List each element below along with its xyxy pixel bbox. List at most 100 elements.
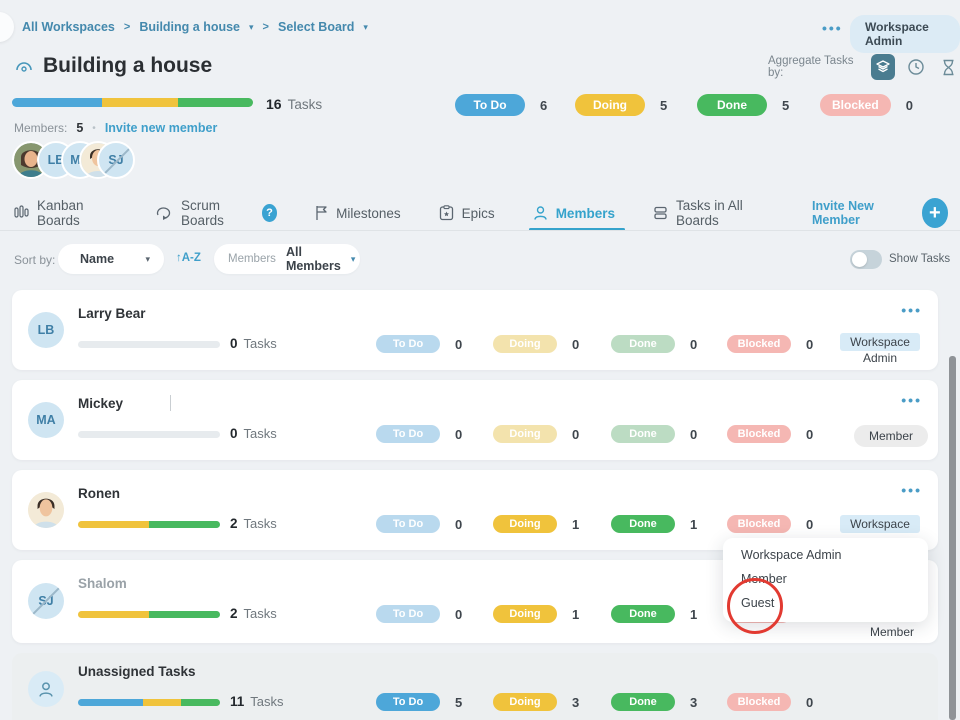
sort-dropdown[interactable]: Name ▾	[58, 244, 164, 274]
progress-done-segment	[149, 521, 220, 528]
sort-direction-toggle[interactable]: ↑A-Z	[176, 252, 201, 264]
members-summary: Members: 5 • Invite new member	[14, 121, 217, 135]
todo-group: To Do 0	[376, 605, 462, 623]
doing-group: Doing 1	[493, 605, 579, 623]
tab-label: Epics	[461, 205, 495, 221]
todo-count: 0	[455, 516, 463, 532]
member-role-label[interactable]: Member	[870, 625, 914, 639]
role-dropdown-menu: Workspace Admin Member Guest	[723, 538, 928, 634]
sort-value: Name	[80, 252, 115, 266]
flag-icon	[315, 205, 328, 221]
member-name: Ronen	[78, 486, 120, 501]
tab-label: Kanban Boards	[37, 198, 84, 228]
done-badge: Done	[697, 94, 767, 116]
tab-kanban-boards[interactable]: Kanban Boards	[14, 196, 117, 230]
chevron-down-icon[interactable]: ▾	[249, 22, 254, 33]
done-group: Done 1	[611, 605, 697, 623]
aggregate-controls: Aggregate Tasks by:	[768, 54, 960, 80]
progress-todo-segment	[78, 699, 143, 706]
todo-group: To Do 5	[376, 693, 462, 711]
blocked-count: 0	[806, 426, 814, 442]
tab-tasks-all-boards[interactable]: Tasks in All Boards	[653, 196, 774, 230]
done-badge: Done	[611, 605, 675, 623]
breadcrumb-workspace[interactable]: Building a house	[139, 20, 240, 34]
tab-members[interactable]: Members	[528, 196, 626, 231]
tab-label: Milestones	[336, 205, 401, 221]
avatar-initials-sj: SJ	[97, 141, 135, 179]
scrollbar-thumb[interactable]	[949, 356, 956, 720]
current-role-chip[interactable]: Workspace Admin	[850, 15, 960, 53]
clock-icon[interactable]	[904, 54, 928, 80]
member-row-mickey: MA Mickey 0 Tasks To Do 0 Doing 0 Done 0 Blo…	[12, 380, 938, 460]
todo-badge: To Do	[376, 515, 440, 533]
aggregate-label: Aggregate Tasks by:	[768, 55, 854, 79]
todo-badge: To Do	[376, 693, 440, 711]
member-progress-bar	[78, 521, 220, 528]
stacked-cards-icon	[653, 205, 668, 221]
progress-done-segment	[149, 611, 220, 618]
done-count: 5	[782, 97, 790, 113]
doing-badge: Doing	[575, 94, 645, 116]
tab-scrum-boards[interactable]: Scrum Boards ?	[155, 196, 278, 230]
tab-label: Scrum Boards	[181, 198, 224, 228]
todo-group: To Do 0	[376, 335, 462, 353]
done-badge: Done	[611, 693, 675, 711]
done-group: Done 0	[611, 425, 697, 443]
chevron-down-icon: ▾	[350, 253, 356, 264]
summary-todo: To Do 6	[455, 94, 547, 116]
member-role-select[interactable]: Workspace Admin	[828, 333, 932, 365]
member-task-total: 2 Tasks	[230, 515, 277, 533]
member-task-total: 0 Tasks	[230, 335, 277, 353]
member-task-total: 2 Tasks	[230, 605, 277, 623]
unassigned-tasks-row: Unassigned Tasks 11 Tasks To Do 5 Doing 3 D…	[12, 653, 938, 720]
invite-new-member-link[interactable]: Invite new member	[105, 121, 218, 135]
done-count: 1	[690, 516, 698, 532]
todo-badge: To Do	[376, 335, 440, 353]
progress-todo-segment	[12, 98, 103, 107]
topbar-menu-dots[interactable]: •••	[822, 20, 843, 36]
overall-progress-bar	[12, 98, 253, 107]
blocked-group: Blocked 0	[727, 693, 813, 711]
tab-epics[interactable]: Epics	[439, 196, 495, 230]
row-menu-dots[interactable]: •••	[901, 482, 922, 498]
show-tasks-toggle[interactable]	[850, 250, 882, 269]
member-row-larry-bear: LB Larry Bear 0 Tasks To Do 0 Doing 0 Done 0…	[12, 290, 938, 370]
total-tasks: 16 Tasks	[266, 96, 322, 114]
member-role-select[interactable]: Member	[853, 425, 928, 447]
hourglass-icon[interactable]	[936, 54, 960, 80]
row-menu-dots[interactable]: •••	[901, 392, 922, 408]
page-title: Building a house	[43, 54, 213, 77]
doing-count: 1	[572, 516, 580, 532]
role-line-1: Workspace	[840, 333, 920, 351]
member-role-select[interactable]: Workspace	[828, 515, 932, 533]
breadcrumb-all-workspaces[interactable]: All Workspaces	[22, 20, 115, 34]
tasks-word: Tasks	[243, 606, 277, 621]
blocked-badge: Blocked	[727, 515, 791, 533]
breadcrumb-separator: >	[262, 21, 269, 33]
invite-new-member-button[interactable]: Invite New Member	[812, 199, 912, 227]
menu-item-workspace-admin[interactable]: Workspace Admin	[741, 548, 842, 562]
breadcrumb-board[interactable]: Select Board	[278, 20, 354, 34]
sort-by-label: Sort by:	[14, 253, 56, 267]
plus-icon[interactable]: +	[921, 198, 948, 228]
member-task-total: 0 Tasks	[230, 425, 277, 443]
todo-count: 0	[455, 606, 463, 622]
tab-milestones[interactable]: Milestones	[315, 196, 401, 230]
help-icon[interactable]: ?	[261, 204, 278, 222]
invite-new-member-area: Invite New Member +	[812, 198, 960, 228]
layers-icon[interactable]	[871, 54, 895, 80]
member-progress-bar	[78, 431, 220, 438]
avatar-initials-lb: LB	[28, 312, 64, 348]
chevron-down-icon[interactable]: ▾	[363, 22, 368, 33]
tab-label: Tasks in All Boards	[675, 198, 743, 228]
tasks-word: Tasks	[243, 516, 277, 531]
toggle-knob	[852, 252, 867, 267]
members-filter-dropdown[interactable]: Members All Members ▾	[214, 244, 360, 274]
blocked-badge: Blocked	[727, 335, 791, 353]
blocked-badge: Blocked	[727, 425, 791, 443]
members-filter-value: All Members	[285, 245, 341, 273]
row-menu-dots[interactable]: •••	[901, 302, 922, 318]
doing-count: 0	[572, 336, 580, 352]
doing-badge: Doing	[493, 515, 557, 533]
done-count: 0	[690, 426, 698, 442]
